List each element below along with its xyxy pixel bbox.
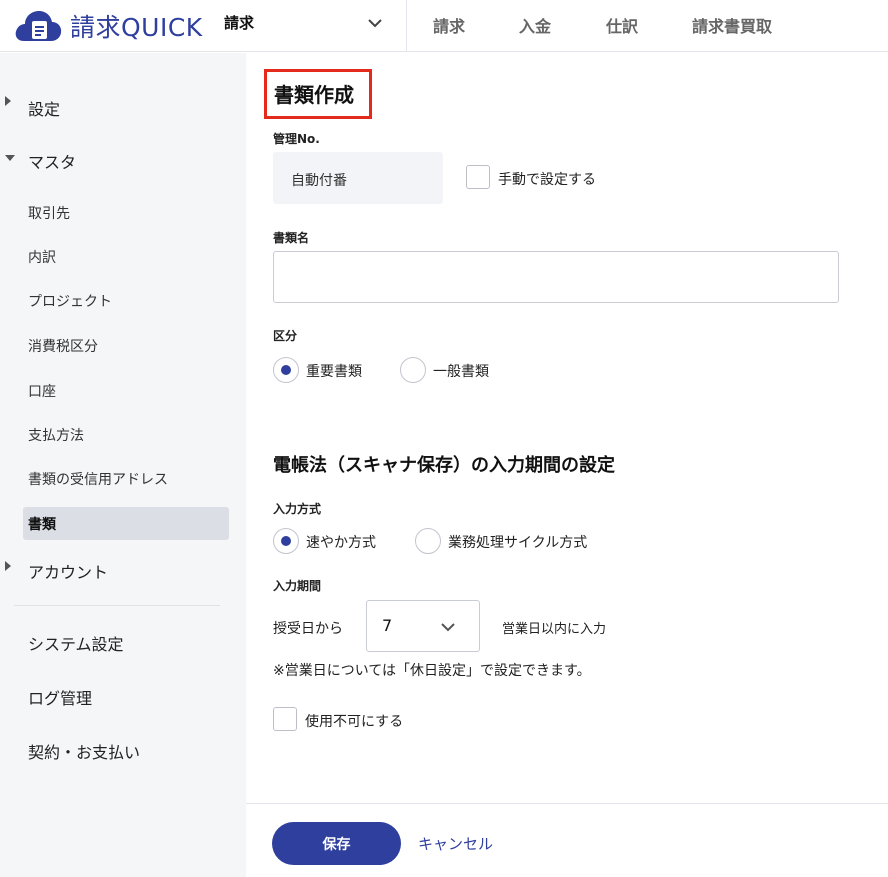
sidebar-item-documents-label: 書類 xyxy=(28,517,56,533)
input-method-radio-prompt[interactable] xyxy=(273,528,299,554)
topnav-journal[interactable]: 仕訳 xyxy=(606,13,638,37)
sidebar-item-project[interactable]: プロジェクト xyxy=(28,291,112,311)
main-content: 書類作成 管理No. 自動付番 手動で設定する 書類名 区分 重要書類 一般書類… xyxy=(246,53,888,877)
mgmt-no-value: 自動付番 xyxy=(291,173,347,189)
save-button[interactable]: 保存 xyxy=(272,822,401,865)
sidebar-item-contract-billing[interactable]: 契約・お支払い xyxy=(28,739,140,763)
input-method-radio-cycle[interactable] xyxy=(415,528,441,554)
category-label: 区分 xyxy=(273,329,298,343)
sidebar-item-clients[interactable]: 取引先 xyxy=(28,203,70,223)
sidebar-item-system-settings[interactable]: システム設定 xyxy=(28,631,124,655)
category-radio-important[interactable] xyxy=(273,357,299,383)
sidebar-item-bank-account[interactable]: 口座 xyxy=(28,381,56,401)
input-method-label: 入力方式 xyxy=(273,502,322,516)
sidebar: 設定 マスタ 取引先 内訳 プロジェクト 消費税区分 口座 支払方法 書類の受信… xyxy=(0,53,246,877)
input-method-cycle-label[interactable]: 業務処理サイクル方式 xyxy=(448,532,587,552)
caret-right-icon[interactable] xyxy=(5,561,11,571)
logo-text: 請求QUICK xyxy=(70,13,203,42)
topnav-payment[interactable]: 入金 xyxy=(519,13,551,37)
sidebar-group-settings[interactable]: 設定 xyxy=(28,96,60,120)
app-selector[interactable]: 請求 xyxy=(224,12,254,33)
sidebar-item-breakdown[interactable]: 内訳 xyxy=(28,247,56,267)
doc-name-input[interactable] xyxy=(273,251,839,303)
topnav-invoice[interactable]: 請求 xyxy=(433,13,465,37)
period-days-value: 7 xyxy=(382,616,393,635)
category-important-label[interactable]: 重要書類 xyxy=(306,361,362,381)
caret-down-icon[interactable] xyxy=(5,155,15,161)
topnav-factoring[interactable]: 請求書買取 xyxy=(692,13,772,37)
disable-checkbox[interactable] xyxy=(273,707,297,731)
category-general-label[interactable]: 一般書類 xyxy=(433,361,489,381)
top-header: 請求QUICK 請求 請求 入金 仕訳 請求書買取 xyxy=(0,0,888,52)
manual-set-label[interactable]: 手動で設定する xyxy=(498,169,596,189)
input-method-prompt-label[interactable]: 速やか方式 xyxy=(306,532,376,552)
caret-right-icon[interactable] xyxy=(5,96,11,106)
period-prefix: 授受日から xyxy=(273,621,343,637)
sidebar-item-payment-method[interactable]: 支払方法 xyxy=(28,425,84,445)
manual-set-checkbox[interactable] xyxy=(466,165,490,189)
app-logo[interactable]: 請求QUICK xyxy=(14,7,203,45)
chevron-down-icon[interactable] xyxy=(366,14,384,32)
section-title: 電帳法（スキャナ保存）の入力期間の設定 xyxy=(273,455,615,476)
sidebar-item-tax-category[interactable]: 消費税区分 xyxy=(28,336,98,356)
mgmt-no-label: 管理No. xyxy=(273,132,320,146)
page-title: 書類作成 xyxy=(274,83,354,107)
cancel-link[interactable]: キャンセル xyxy=(418,833,493,854)
header-divider xyxy=(406,0,407,52)
input-period-label: 入力期間 xyxy=(273,579,322,593)
disable-label[interactable]: 使用不可にする xyxy=(305,711,403,731)
holiday-note: ※営業日については「休日設定」で設定できます。 xyxy=(273,663,591,679)
sidebar-item-log-management[interactable]: ログ管理 xyxy=(28,685,92,709)
cloud-document-icon xyxy=(14,7,64,45)
sidebar-group-master[interactable]: マスタ xyxy=(28,149,76,173)
doc-name-label: 書類名 xyxy=(273,231,310,245)
sidebar-group-account[interactable]: アカウント xyxy=(28,559,108,583)
period-suffix: 営業日以内に入力 xyxy=(502,622,607,637)
chevron-down-icon[interactable] xyxy=(439,618,457,636)
sidebar-item-receive-address[interactable]: 書類の受信用アドレス xyxy=(28,469,168,489)
footer-divider xyxy=(246,803,888,804)
category-radio-general[interactable] xyxy=(400,357,426,383)
sidebar-divider xyxy=(14,605,220,606)
